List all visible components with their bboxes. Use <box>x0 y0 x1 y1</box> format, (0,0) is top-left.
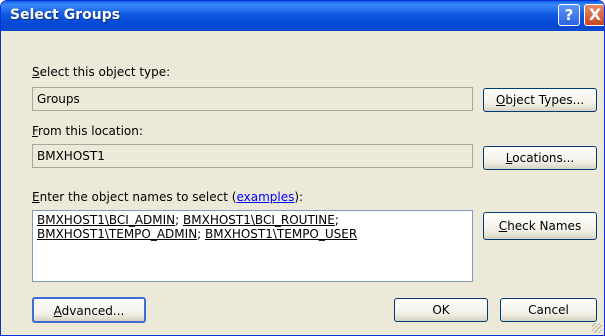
check-names-button[interactable]: Check Names <box>483 212 597 240</box>
object-types-button[interactable]: Object Types... <box>483 88 597 112</box>
examples-link[interactable]: examples <box>236 190 294 204</box>
object-type-label: Select this object type: <box>32 65 171 79</box>
object-names-label: Enter the object names to select (exampl… <box>32 190 304 204</box>
object-type-field: Groups <box>32 87 473 111</box>
title-bar[interactable]: Select Groups ? X <box>1 1 604 31</box>
resize-grip[interactable] <box>592 323 602 333</box>
select-groups-dialog: Select Groups ? X Select this object typ… <box>0 0 605 336</box>
object-name: BMXHOST1\BCI_ROUTINE <box>183 213 335 227</box>
ok-button[interactable]: OK <box>394 298 488 322</box>
dialog-title: Select Groups <box>10 7 121 23</box>
close-icon[interactable]: X <box>584 4 604 26</box>
object-name: BMXHOST1\TEMPO_ADMIN <box>37 227 198 241</box>
advanced-button[interactable]: Advanced... <box>32 297 146 323</box>
object-names-input[interactable]: BMXHOST1\BCI_ADMIN; BMXHOST1\BCI_ROUTINE… <box>32 210 473 282</box>
location-field: BMXHOST1 <box>32 144 473 168</box>
locations-button[interactable]: Locations... <box>483 146 597 170</box>
object-name: BMXHOST1\TEMPO_USER <box>205 227 358 241</box>
help-icon[interactable]: ? <box>558 4 580 26</box>
location-label: From this location: <box>32 124 143 138</box>
cancel-button[interactable]: Cancel <box>500 298 597 322</box>
object-name: BMXHOST1\BCI_ADMIN <box>37 213 176 227</box>
